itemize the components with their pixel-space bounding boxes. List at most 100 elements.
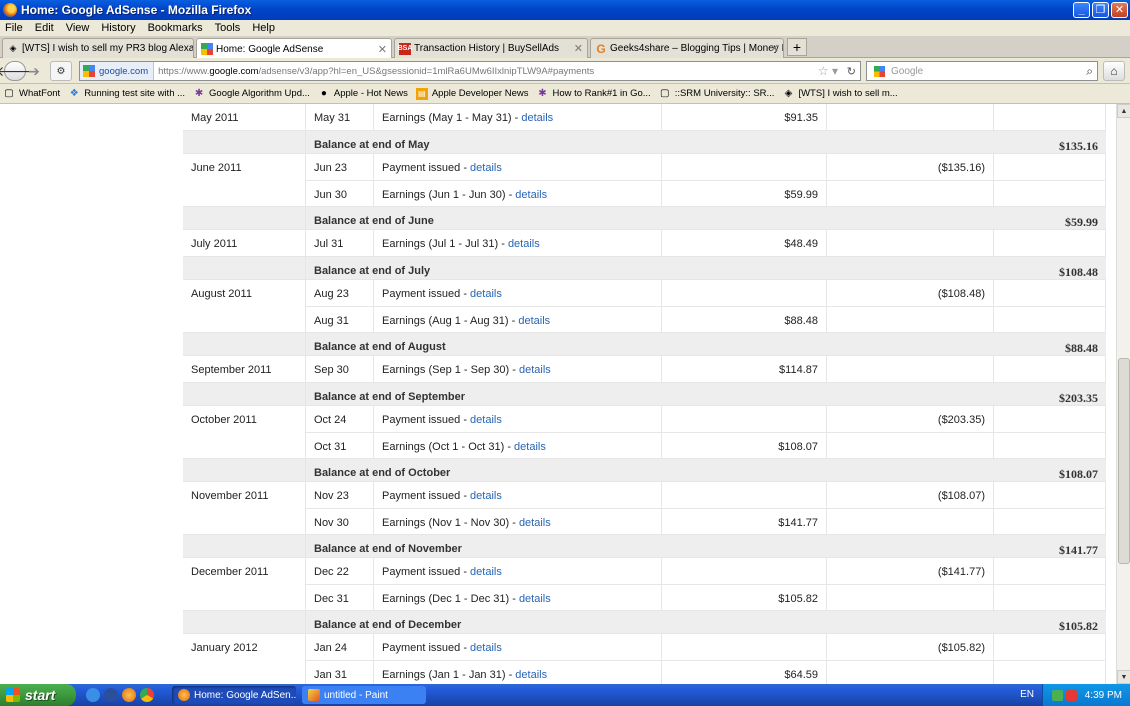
menu-bookmarks[interactable]: Bookmarks [148,22,203,34]
url-text[interactable]: https://www.google.com/adsense/v3/app?hl… [154,66,594,77]
details-link[interactable]: details [470,642,502,654]
bookmark-star-icon[interactable]: ☆ ▾ [818,64,838,78]
details-link[interactable]: details [519,364,551,376]
details-link[interactable]: details [470,566,502,578]
balance-cell [993,230,1106,256]
scroll-down-arrow-icon[interactable]: ▼ [1117,670,1130,684]
description-text: Earnings (Nov 1 - Nov 30) - [382,517,519,529]
identity-icon[interactable]: ⚙ [50,61,72,81]
bookmark-how-to-rank[interactable]: ✱ How to Rank#1 in Go... [536,88,650,100]
tab-close-icon[interactable]: ✕ [574,42,583,55]
details-link[interactable]: details [470,162,502,174]
bookmark-whatfont[interactable]: ▢ WhatFont [3,88,60,100]
apple-icon: ● [320,88,327,99]
details-link[interactable]: details [470,288,502,300]
bookmark-apple-developer-news[interactable]: ▤ Apple Developer News [415,87,528,100]
scroll-up-arrow-icon[interactable]: ▲ [1117,104,1130,118]
search-engine-icon[interactable] [867,62,891,80]
payment-cell [826,230,993,256]
menu-file[interactable]: File [5,22,23,34]
balance-cell [993,307,1106,332]
month-label: October 2011 [183,406,305,458]
forward-button[interactable]: ➔ [26,61,42,81]
date-cell: Aug 23 [305,280,373,306]
description-text: Earnings (Jan 1 - Jan 31) - [382,669,516,681]
details-link[interactable]: details [514,441,546,453]
firefox-icon [178,689,190,701]
earnings-cell [661,558,826,584]
earnings-cell: $59.99 [661,181,826,206]
maximize-button[interactable]: ❐ [1092,2,1109,18]
back-button[interactable]: 🡐 [0,61,34,81]
details-link[interactable]: details [470,490,502,502]
home-button[interactable]: ⌂ [1103,61,1125,81]
geeks4share-icon: G [596,41,606,56]
details-link[interactable]: details [470,414,502,426]
details-link[interactable]: details [521,112,553,124]
details-link[interactable]: details [515,189,547,201]
diamond-icon: ◈ [9,43,17,53]
table-row: Oct 24 Payment issued - details ($203.35) [183,406,1106,433]
description-text: Earnings (Dec 1 - Dec 31) - [382,593,519,605]
description-cell: Earnings (Jan 1 - Jan 31) - details [373,661,661,684]
tab-close-icon[interactable]: ✕ [770,42,779,55]
taskbar-item-paint[interactable]: untitled - Paint [302,686,426,704]
balance-label: Balance at end of May [305,131,430,153]
media-icon[interactable] [104,688,118,702]
payment-cell [826,585,993,610]
diamond-icon: ◈ [784,88,793,99]
date-cell: Dec 22 [305,558,373,584]
payment-cell [826,104,993,130]
details-link[interactable]: details [519,593,551,605]
menu-help[interactable]: Help [252,22,275,34]
bookmark-srm-university[interactable]: ▢::SRM University:: SR... [659,88,775,100]
firefox-icon [3,3,17,17]
description-text: Payment issued - [382,490,471,502]
minimize-button[interactable]: _ [1073,2,1090,18]
new-tab-button[interactable]: + [787,38,807,56]
description-cell: Earnings (Sep 1 - Sep 30) - details [373,356,661,382]
window-titlebar[interactable]: Home: Google AdSense - Mozilla Firefox _… [0,0,1130,20]
scrollbar-thumb[interactable] [1118,358,1130,564]
balance-row: Balance at end of August $88.48 [183,333,1106,356]
details-link[interactable]: details [519,517,551,529]
bookmark-running-test-site[interactable]: ❖ Running test site with ... [68,88,185,100]
menu-tools[interactable]: Tools [215,22,241,34]
date-cell: Sep 30 [305,356,373,382]
table-row: Jan 31 Earnings (Jan 1 - Jan 31) - detail… [183,661,1106,684]
tab-adsense[interactable]: Home: Google AdSense ✕ [196,38,392,59]
chrome-icon[interactable] [140,688,154,702]
search-icon[interactable]: ⌕ [1086,64,1093,79]
ie-icon[interactable] [86,688,100,702]
search-bar[interactable]: Google ⌕ [866,61,1098,81]
taskbar-item-firefox[interactable]: Home: Google AdSen... [172,686,296,704]
close-button[interactable]: ✕ [1111,2,1128,18]
alert-icon[interactable] [1065,689,1077,701]
date-cell: Aug 31 [305,307,373,332]
start-button[interactable]: start [0,684,76,706]
month-label: November 2011 [183,482,305,534]
description-cell: Payment issued - details [373,482,661,508]
menu-view[interactable]: View [66,22,90,34]
bookmark-wts-sell[interactable]: ◈ [WTS] I wish to sell m... [782,88,898,100]
details-link[interactable]: details [515,669,547,681]
url-bar[interactable]: google.com https://www.google.com/adsens… [79,61,861,81]
network-icon[interactable] [1051,689,1063,701]
firefox-icon[interactable] [122,688,136,702]
language-indicator[interactable]: EN [1020,689,1034,700]
menu-history[interactable]: History [101,22,135,34]
site-identity-badge[interactable]: google.com [80,62,155,80]
tab-close-icon[interactable]: ✕ [378,43,387,56]
reload-icon[interactable]: ↻ [847,65,856,78]
description-text: Earnings (Oct 1 - Oct 31) - [382,441,515,453]
balance-cell [993,585,1106,610]
tab-buysellads[interactable]: BSA Transaction History | BuySellAds ✕ [394,38,588,58]
tab-geeks4share[interactable]: G Geeks4share – Blogging Tips | Money Ma… [590,38,784,58]
tab-wts-blog[interactable]: ◈ [WTS] I wish to sell my PR3 blog Alexa… [2,38,194,58]
bookmark-google-algorithm[interactable]: ✱ Google Algorithm Upd... [193,88,310,100]
details-link[interactable]: details [518,315,550,327]
vertical-scrollbar[interactable]: ▲ ▼ [1116,104,1130,684]
menu-edit[interactable]: Edit [35,22,54,34]
details-link[interactable]: details [508,238,540,250]
bookmark-apple-hot-news[interactable]: ● Apple - Hot News [318,88,408,100]
